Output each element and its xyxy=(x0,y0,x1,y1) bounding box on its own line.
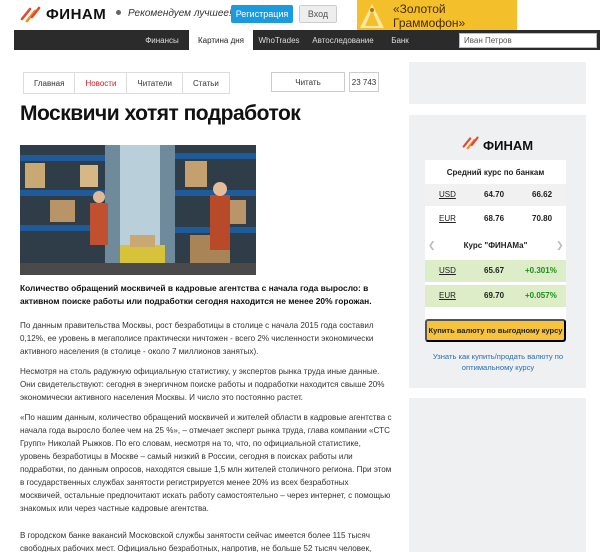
sell-rate: 66.62 xyxy=(532,190,553,199)
nav-item-finance[interactable]: Финансы xyxy=(132,30,192,50)
nav-item-bank[interactable]: Банк xyxy=(381,30,419,50)
currency-link[interactable]: EUR xyxy=(439,214,456,223)
buy-rate: 68.76 xyxy=(484,214,505,223)
finam-logo-icon xyxy=(20,5,42,23)
banner-text: «Золотой Граммофон» xyxy=(393,2,466,30)
finam-rate-row-usd: USD 65.67 +0.301% xyxy=(425,260,566,282)
finam-logo-icon xyxy=(462,135,480,155)
sell-rate: 70.80 xyxy=(532,214,553,223)
tab-articles[interactable]: Статьи xyxy=(183,73,229,93)
rates-card: Средний курс по банкам USD 64.70 66.62 E… xyxy=(425,160,566,322)
finam-logo[interactable]: ФИНАМ xyxy=(20,5,106,23)
article-title: Москвичи хотят подработок xyxy=(20,102,301,125)
nav-item-autofollow[interactable]: Автоследование xyxy=(305,30,381,50)
widget-logo: ФИНАМ xyxy=(462,135,533,155)
finam-rates-title: Курс "ФИНАМа" xyxy=(463,241,528,250)
finam-rate: 69.70 xyxy=(484,291,505,300)
section-tabs: Главная Новости Читатели Статьи xyxy=(23,72,230,94)
nav-item-picture-of-day[interactable]: Картина дня xyxy=(189,30,253,50)
article-paragraph: «По нашим данным, количество обращений м… xyxy=(20,413,392,513)
finam-rate: 65.67 xyxy=(484,266,505,275)
main-nav: Финансы Картина дня WhoTrades Автоследов… xyxy=(14,30,600,50)
logo-text: ФИНАМ xyxy=(46,5,107,23)
finam-rate-row-eur: EUR 69.70 +0.057% xyxy=(425,285,566,307)
currency-link[interactable]: EUR xyxy=(439,291,456,300)
article-paragraph: Несмотря на столь радужную официальную с… xyxy=(20,367,385,402)
currency-link[interactable]: USD xyxy=(439,190,456,199)
rate-change: +0.301% xyxy=(525,266,557,275)
tab-main[interactable]: Главная xyxy=(24,73,76,93)
register-button[interactable]: Регистрация xyxy=(231,5,293,23)
separator-dot xyxy=(116,10,121,15)
currency-link[interactable]: USD xyxy=(439,266,456,275)
currency-widget: ФИНАМ Средний курс по банкам USD 64.70 6… xyxy=(409,115,586,388)
article-photo xyxy=(20,145,256,275)
article-lead: Количество обращений москвичей в кадровы… xyxy=(20,283,372,307)
login-button[interactable]: Вход xyxy=(299,5,337,23)
gramophone-banner[interactable]: «Золотой Граммофон» xyxy=(357,0,517,32)
bank-rates-title: Средний курс по банкам xyxy=(446,168,545,177)
widget-logo-text: ФИНАМ xyxy=(483,137,534,153)
buy-currency-button[interactable]: Купить валюту по выгодному курсу xyxy=(425,319,566,342)
howto-link[interactable]: Узнать как купить/продать валюту по опти… xyxy=(423,351,573,374)
nav-item-whotrades[interactable]: WhoTrades xyxy=(253,30,305,50)
ad-placeholder-top xyxy=(409,62,586,104)
tab-news[interactable]: Новости xyxy=(75,73,128,93)
bank-rate-row-usd: USD 64.70 66.62 xyxy=(425,184,566,206)
article-paragraph: В городском банке вакансий Московской сл… xyxy=(20,531,372,552)
top-header: ФИНАМ Рекомендуем лучшее! Регистрация Вх… xyxy=(0,0,600,32)
chevron-right-icon[interactable]: ❯ xyxy=(556,240,564,251)
gramophone-icon xyxy=(357,0,387,32)
tab-readers[interactable]: Читатели xyxy=(127,73,183,93)
bank-rate-row-eur: EUR 68.76 70.80 xyxy=(425,208,566,230)
rate-change: +0.057% xyxy=(525,291,557,300)
ad-placeholder-bottom xyxy=(409,398,586,552)
read-button[interactable]: Читать xyxy=(271,72,345,92)
buy-rate: 64.70 xyxy=(484,190,505,199)
user-search-input[interactable] xyxy=(459,33,597,48)
reader-count: 23 743 xyxy=(349,72,379,92)
tagline: Рекомендуем лучшее! xyxy=(128,8,232,19)
article-paragraph: По данным правительства Москвы, рост без… xyxy=(20,321,374,356)
